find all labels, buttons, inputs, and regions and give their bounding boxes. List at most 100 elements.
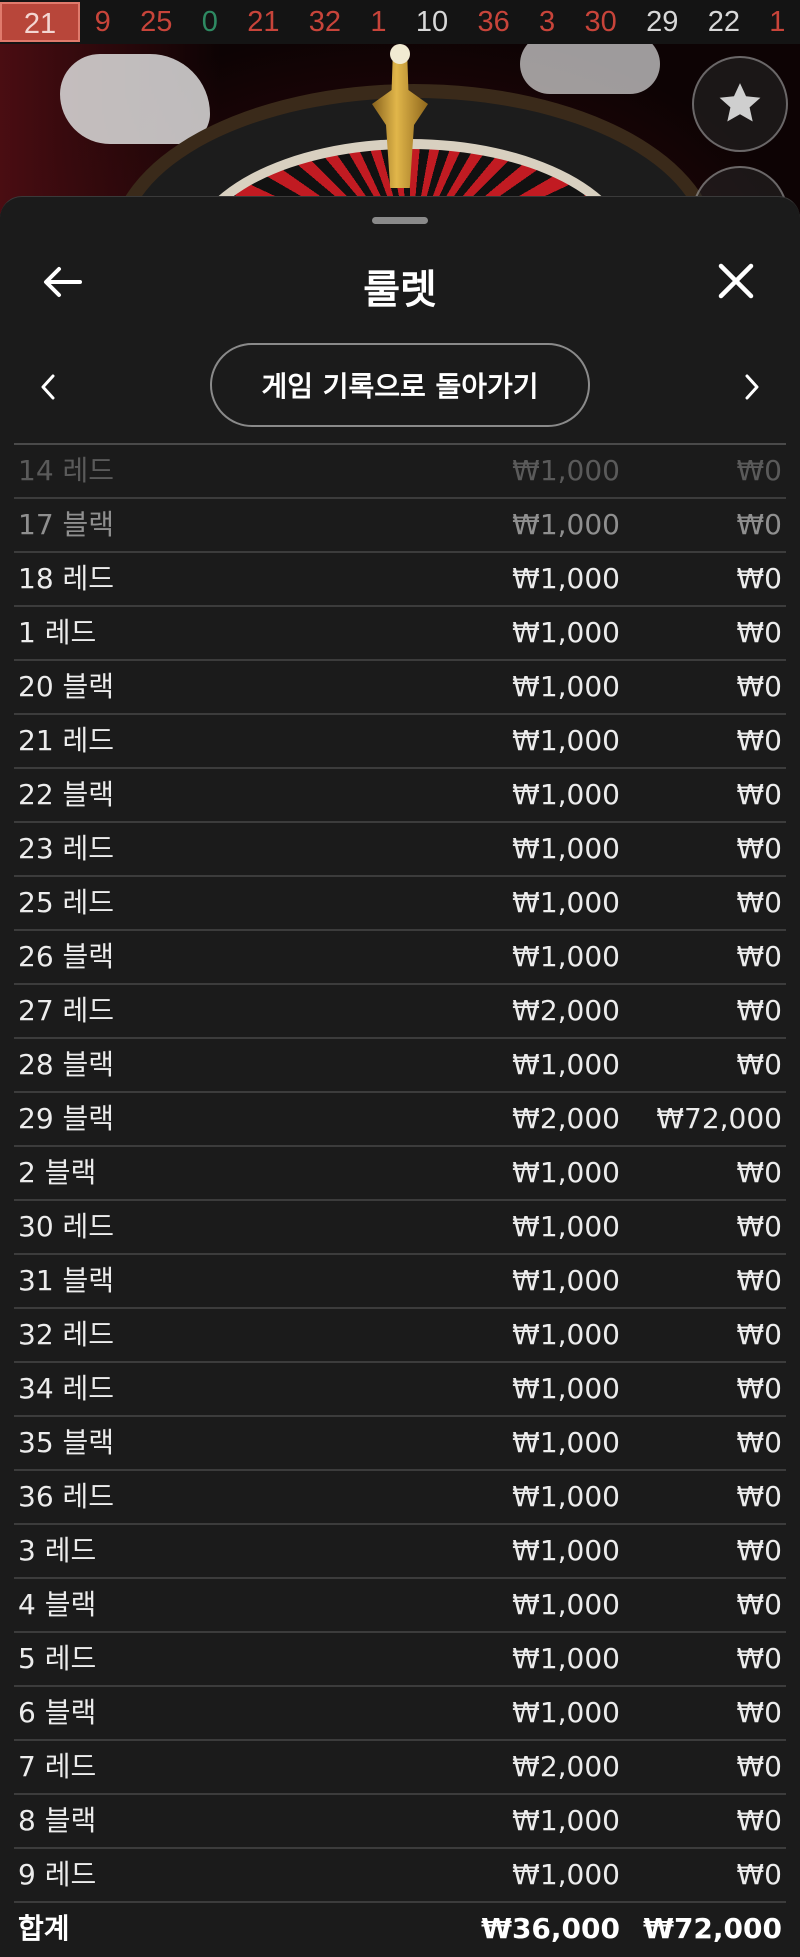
table-row: 22 블랙 ₩1,000 ₩0 (14, 769, 786, 823)
favorite-button[interactable] (692, 56, 788, 152)
table-row: 17 블랙 ₩1,000 ₩0 (14, 499, 786, 553)
table-row: 35 블랙 ₩1,000 ₩0 (14, 1417, 786, 1471)
bet-stake: ₩1,000 (512, 832, 620, 865)
table-row: 3 레드 ₩1,000 ₩0 (14, 1525, 786, 1579)
result-number: 36 (477, 5, 510, 38)
table-row: 2 블랙 ₩1,000 ₩0 (14, 1147, 786, 1201)
bet-stake: ₩1,000 (512, 1210, 620, 1243)
bet-payout: ₩0 (736, 778, 783, 811)
bet-stake: ₩1,000 (512, 1534, 620, 1567)
bet-bet: 32 레드 (18, 1318, 115, 1351)
page-title: 룰렛 (363, 267, 437, 313)
table-row: 25 레드 ₩1,000 ₩0 (14, 877, 786, 931)
bet-payout: ₩72,000 (656, 1102, 782, 1135)
bet-bet: 36 레드 (18, 1480, 115, 1513)
dealer-hand (60, 54, 210, 144)
bet-bet: 2 블랙 (18, 1156, 97, 1189)
bet-stake: ₩1,000 (512, 1480, 620, 1513)
bet-bet: 31 블랙 (18, 1264, 115, 1297)
bet-stake: ₩1,000 (512, 1804, 620, 1837)
result-number: 21 (247, 5, 280, 38)
bet-payout: ₩0 (736, 616, 783, 649)
bet-bet: 29 블랙 (18, 1102, 115, 1135)
table-row: 8 블랙 ₩1,000 ₩0 (14, 1795, 786, 1849)
bet-payout: ₩0 (736, 1480, 783, 1513)
result-number: 0 (201, 5, 218, 38)
bet-payout: ₩0 (736, 1156, 783, 1189)
table-row: 23 레드 ₩1,000 ₩0 (14, 823, 786, 877)
table-row: 9 레드 ₩1,000 ₩0 (14, 1849, 786, 1903)
table-row: 36 레드 ₩1,000 ₩0 (14, 1471, 786, 1525)
bet-bet: 30 레드 (18, 1210, 115, 1243)
table-row: 20 블랙 ₩1,000 ₩0 (14, 661, 786, 715)
current-result: 21 (0, 2, 80, 42)
bet-bet: 26 블랙 (18, 940, 115, 973)
chevron-left-icon (41, 374, 55, 400)
bet-stake: ₩1,000 (512, 1858, 620, 1891)
table-row: 34 레드 ₩1,000 ₩0 (14, 1363, 786, 1417)
table-row: 14 레드 ₩1,000 ₩0 (14, 445, 786, 499)
bet-payout: ₩0 (736, 994, 783, 1027)
dealer-hand (520, 44, 660, 94)
bet-payout: ₩0 (736, 670, 783, 703)
total-payout: ₩72,000 (643, 1912, 782, 1945)
star-icon (719, 83, 761, 122)
bet-payout: ₩0 (736, 1750, 783, 1783)
bet-stake: ₩1,000 (512, 1318, 620, 1351)
bet-payout: ₩0 (736, 1858, 783, 1891)
total-label: 합계 (18, 1912, 70, 1945)
table-row: 6 블랙 ₩1,000 ₩0 (14, 1687, 786, 1741)
bet-bet: 22 블랙 (18, 778, 115, 811)
table-row: 27 레드 ₩2,000 ₩0 (14, 985, 786, 1039)
bet-bet: 35 블랙 (18, 1426, 115, 1459)
result-number: 30 (584, 5, 617, 38)
bet-stake: ₩1,000 (512, 1156, 620, 1189)
bet-bet: 9 레드 (18, 1858, 97, 1891)
result-number: 3 (539, 5, 556, 38)
bet-payout: ₩0 (736, 886, 783, 919)
history-nav: 게임 기록으로 돌아가기 (0, 343, 800, 433)
result-number: 32 (308, 5, 342, 38)
bet-table: 14 레드 ₩1,000 ₩0 17 블랙 ₩1,000 ₩0 18 레드 ₩1,000 ₩0 1… (14, 443, 786, 1955)
total-row: 합계 ₩36,000 ₩72,000 (14, 1903, 786, 1955)
bet-payout: ₩0 (736, 1264, 783, 1297)
table-row: 31 블랙 ₩1,000 ₩0 (14, 1255, 786, 1309)
back-to-history-button[interactable]: 게임 기록으로 돌아가기 (210, 343, 590, 427)
bet-payout: ₩0 (736, 1210, 783, 1243)
bet-payout: ₩0 (736, 562, 783, 595)
bet-stake: ₩1,000 (512, 1696, 620, 1729)
bet-bet: 1 레드 (18, 616, 97, 649)
bet-payout: ₩0 (736, 1696, 783, 1729)
bet-payout: ₩0 (736, 1318, 783, 1351)
result-number: 29 (646, 5, 679, 38)
table-row: 5 레드 ₩1,000 ₩0 (14, 1633, 786, 1687)
bet-bet: 27 레드 (18, 994, 115, 1027)
bet-bet: 25 레드 (18, 886, 115, 919)
next-round-button[interactable] (732, 365, 772, 409)
drag-handle[interactable] (372, 217, 428, 224)
previous-round-button[interactable] (28, 365, 68, 409)
bet-bet: 21 레드 (18, 724, 115, 757)
close-button[interactable] (708, 255, 764, 307)
bet-stake: ₩1,000 (512, 616, 620, 649)
bet-bet: 14 레드 (18, 454, 115, 487)
bet-stake: ₩1,000 (512, 1264, 620, 1297)
bet-payout: ₩0 (736, 832, 783, 865)
bet-bet: 28 블랙 (18, 1048, 115, 1081)
bet-bet: 18 레드 (18, 562, 115, 595)
table-row: 7 레드 ₩2,000 ₩0 (14, 1741, 786, 1795)
result-number: 25 (140, 5, 173, 38)
bet-stake: ₩1,000 (512, 562, 620, 595)
bet-stake: ₩1,000 (512, 886, 620, 919)
bet-bet: 34 레드 (18, 1372, 115, 1405)
result-number: 1 (370, 5, 387, 38)
bet-payout: ₩0 (736, 1534, 783, 1567)
table-row: 30 레드 ₩1,000 ₩0 (14, 1201, 786, 1255)
live-video-feed (0, 44, 800, 214)
result-number: 10 (415, 5, 449, 38)
result-number: 22 (707, 5, 740, 38)
result-number: 1 (769, 5, 786, 38)
bet-stake: ₩1,000 (512, 1372, 620, 1405)
bet-payout: ₩0 (736, 1048, 783, 1081)
table-row: 32 레드 ₩1,000 ₩0 (14, 1309, 786, 1363)
